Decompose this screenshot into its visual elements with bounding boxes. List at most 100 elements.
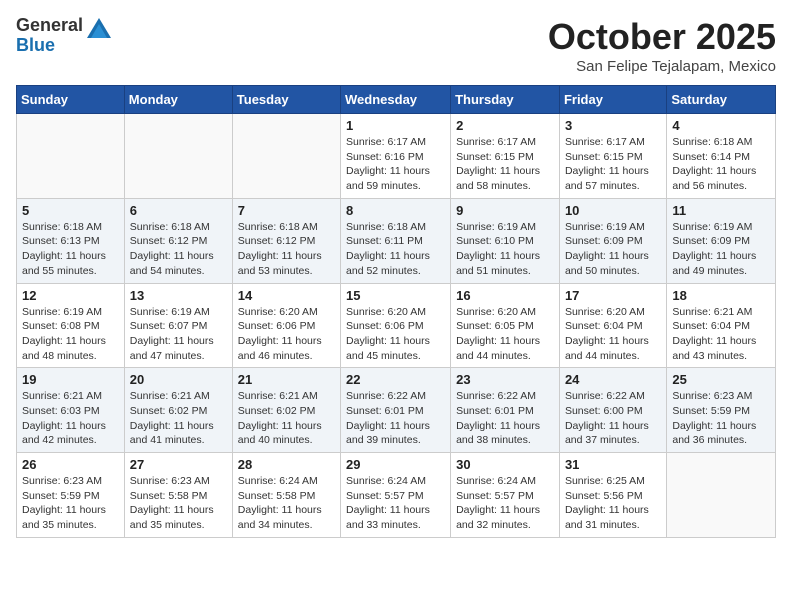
day-info: Sunrise: 6:17 AM Sunset: 6:15 PM Dayligh… xyxy=(565,135,661,194)
day-info: Sunrise: 6:20 AM Sunset: 6:06 PM Dayligh… xyxy=(346,305,445,364)
day-info: Sunrise: 6:23 AM Sunset: 5:59 PM Dayligh… xyxy=(22,474,119,533)
day-info: Sunrise: 6:18 AM Sunset: 6:13 PM Dayligh… xyxy=(22,220,119,279)
calendar-cell xyxy=(17,114,125,199)
calendar-cell: 22 Sunrise: 6:22 AM Sunset: 6:01 PM Dayli… xyxy=(341,368,451,453)
calendar-cell: 25 Sunrise: 6:23 AM Sunset: 5:59 PM Dayli… xyxy=(667,368,776,453)
day-info: Sunrise: 6:21 AM Sunset: 6:02 PM Dayligh… xyxy=(238,389,335,448)
calendar-body: 1 Sunrise: 6:17 AM Sunset: 6:16 PM Daylig… xyxy=(17,114,776,538)
day-number: 27 xyxy=(130,457,227,472)
calendar-cell: 16 Sunrise: 6:20 AM Sunset: 6:05 PM Dayli… xyxy=(451,283,560,368)
calendar-cell: 6 Sunrise: 6:18 AM Sunset: 6:12 PM Daylig… xyxy=(124,198,232,283)
calendar-cell: 19Sunrise: 6:21 AM Sunset: 6:03 PM Dayli… xyxy=(17,368,125,453)
logo-text: General Blue xyxy=(16,16,83,56)
day-info: Sunrise: 6:18 AM Sunset: 6:11 PM Dayligh… xyxy=(346,220,445,279)
day-number: 19 xyxy=(22,372,119,387)
day-number: 1 xyxy=(346,118,445,133)
day-info: Sunrise: 6:24 AM Sunset: 5:57 PM Dayligh… xyxy=(456,474,554,533)
header-tuesday: Tuesday xyxy=(232,86,340,114)
day-info: Sunrise: 6:20 AM Sunset: 6:06 PM Dayligh… xyxy=(238,305,335,364)
day-info: Sunrise: 6:23 AM Sunset: 5:59 PM Dayligh… xyxy=(672,389,770,448)
calendar-cell: 18Sunrise: 6:21 AM Sunset: 6:04 PM Dayli… xyxy=(667,283,776,368)
calendar-cell: 12Sunrise: 6:19 AM Sunset: 6:08 PM Dayli… xyxy=(17,283,125,368)
day-number: 21 xyxy=(238,372,335,387)
calendar-cell: 20 Sunrise: 6:21 AM Sunset: 6:02 PM Dayli… xyxy=(124,368,232,453)
day-number: 31 xyxy=(565,457,661,472)
day-info: Sunrise: 6:17 AM Sunset: 6:16 PM Dayligh… xyxy=(346,135,445,194)
day-number: 16 xyxy=(456,288,554,303)
day-info: Sunrise: 6:19 AM Sunset: 6:09 PM Dayligh… xyxy=(565,220,661,279)
day-number: 8 xyxy=(346,203,445,218)
header-friday: Friday xyxy=(559,86,666,114)
logo-blue: Blue xyxy=(16,36,83,56)
calendar-cell: 28Sunrise: 6:24 AM Sunset: 5:58 PM Dayli… xyxy=(232,453,340,538)
header-monday: Monday xyxy=(124,86,232,114)
day-info: Sunrise: 6:24 AM Sunset: 5:57 PM Dayligh… xyxy=(346,474,445,533)
logo: General Blue xyxy=(16,16,113,56)
calendar-week-row: 12Sunrise: 6:19 AM Sunset: 6:08 PM Dayli… xyxy=(17,283,776,368)
day-number: 6 xyxy=(130,203,227,218)
day-number: 5 xyxy=(22,203,119,218)
day-info: Sunrise: 6:18 AM Sunset: 6:12 PM Dayligh… xyxy=(238,220,335,279)
day-info: Sunrise: 6:22 AM Sunset: 6:00 PM Dayligh… xyxy=(565,389,661,448)
calendar-week-row: 5 Sunrise: 6:18 AM Sunset: 6:13 PM Daylig… xyxy=(17,198,776,283)
calendar-week-row: 19Sunrise: 6:21 AM Sunset: 6:03 PM Dayli… xyxy=(17,368,776,453)
day-info: Sunrise: 6:25 AM Sunset: 5:56 PM Dayligh… xyxy=(565,474,661,533)
day-number: 14 xyxy=(238,288,335,303)
calendar-cell: 27 Sunrise: 6:23 AM Sunset: 5:58 PM Dayli… xyxy=(124,453,232,538)
days-of-week-row: Sunday Monday Tuesday Wednesday Thursday… xyxy=(17,86,776,114)
day-number: 20 xyxy=(130,372,227,387)
day-number: 4 xyxy=(672,118,770,133)
day-number: 10 xyxy=(565,203,661,218)
header-wednesday: Wednesday xyxy=(341,86,451,114)
calendar-cell: 11Sunrise: 6:19 AM Sunset: 6:09 PM Dayli… xyxy=(667,198,776,283)
day-info: Sunrise: 6:22 AM Sunset: 6:01 PM Dayligh… xyxy=(346,389,445,448)
day-number: 29 xyxy=(346,457,445,472)
calendar-header: Sunday Monday Tuesday Wednesday Thursday… xyxy=(17,86,776,114)
header-sunday: Sunday xyxy=(17,86,125,114)
header-saturday: Saturday xyxy=(667,86,776,114)
day-info: Sunrise: 6:18 AM Sunset: 6:12 PM Dayligh… xyxy=(130,220,227,279)
calendar-cell: 26 Sunrise: 6:23 AM Sunset: 5:59 PM Dayli… xyxy=(17,453,125,538)
day-number: 30 xyxy=(456,457,554,472)
location: San Felipe Tejalapam, Mexico xyxy=(548,58,776,75)
day-number: 13 xyxy=(130,288,227,303)
day-number: 26 xyxy=(22,457,119,472)
day-info: Sunrise: 6:23 AM Sunset: 5:58 PM Dayligh… xyxy=(130,474,227,533)
day-info: Sunrise: 6:19 AM Sunset: 6:09 PM Dayligh… xyxy=(672,220,770,279)
day-number: 9 xyxy=(456,203,554,218)
logo-icon xyxy=(85,16,113,44)
calendar-cell: 7Sunrise: 6:18 AM Sunset: 6:12 PM Daylig… xyxy=(232,198,340,283)
calendar-cell xyxy=(232,114,340,199)
day-number: 3 xyxy=(565,118,661,133)
calendar-cell: 31 Sunrise: 6:25 AM Sunset: 5:56 PM Dayli… xyxy=(559,453,666,538)
day-number: 25 xyxy=(672,372,770,387)
day-info: Sunrise: 6:18 AM Sunset: 6:14 PM Dayligh… xyxy=(672,135,770,194)
day-info: Sunrise: 6:19 AM Sunset: 6:10 PM Dayligh… xyxy=(456,220,554,279)
calendar-cell: 29 Sunrise: 6:24 AM Sunset: 5:57 PM Dayli… xyxy=(341,453,451,538)
day-number: 22 xyxy=(346,372,445,387)
day-number: 17 xyxy=(565,288,661,303)
day-info: Sunrise: 6:21 AM Sunset: 6:02 PM Dayligh… xyxy=(130,389,227,448)
calendar-week-row: 1 Sunrise: 6:17 AM Sunset: 6:16 PM Daylig… xyxy=(17,114,776,199)
calendar-cell: 14 Sunrise: 6:20 AM Sunset: 6:06 PM Dayli… xyxy=(232,283,340,368)
calendar-cell: 10 Sunrise: 6:19 AM Sunset: 6:09 PM Dayli… xyxy=(559,198,666,283)
calendar-cell: 30 Sunrise: 6:24 AM Sunset: 5:57 PM Dayli… xyxy=(451,453,560,538)
calendar-cell: 17 Sunrise: 6:20 AM Sunset: 6:04 PM Dayli… xyxy=(559,283,666,368)
day-info: Sunrise: 6:17 AM Sunset: 6:15 PM Dayligh… xyxy=(456,135,554,194)
calendar-cell: 8 Sunrise: 6:18 AM Sunset: 6:11 PM Daylig… xyxy=(341,198,451,283)
calendar-cell xyxy=(667,453,776,538)
day-number: 24 xyxy=(565,372,661,387)
calendar-cell: 9 Sunrise: 6:19 AM Sunset: 6:10 PM Daylig… xyxy=(451,198,560,283)
day-number: 2 xyxy=(456,118,554,133)
day-number: 23 xyxy=(456,372,554,387)
calendar-cell: 15Sunrise: 6:20 AM Sunset: 6:06 PM Dayli… xyxy=(341,283,451,368)
calendar-cell: 3 Sunrise: 6:17 AM Sunset: 6:15 PM Daylig… xyxy=(559,114,666,199)
title-section: October 2025 San Felipe Tejalapam, Mexic… xyxy=(548,16,776,75)
calendar-cell xyxy=(124,114,232,199)
logo-general: General xyxy=(16,16,83,36)
day-info: Sunrise: 6:20 AM Sunset: 6:05 PM Dayligh… xyxy=(456,305,554,364)
calendar-cell: 23Sunrise: 6:22 AM Sunset: 6:01 PM Dayli… xyxy=(451,368,560,453)
calendar-cell: 5 Sunrise: 6:18 AM Sunset: 6:13 PM Daylig… xyxy=(17,198,125,283)
day-number: 18 xyxy=(672,288,770,303)
day-info: Sunrise: 6:20 AM Sunset: 6:04 PM Dayligh… xyxy=(565,305,661,364)
